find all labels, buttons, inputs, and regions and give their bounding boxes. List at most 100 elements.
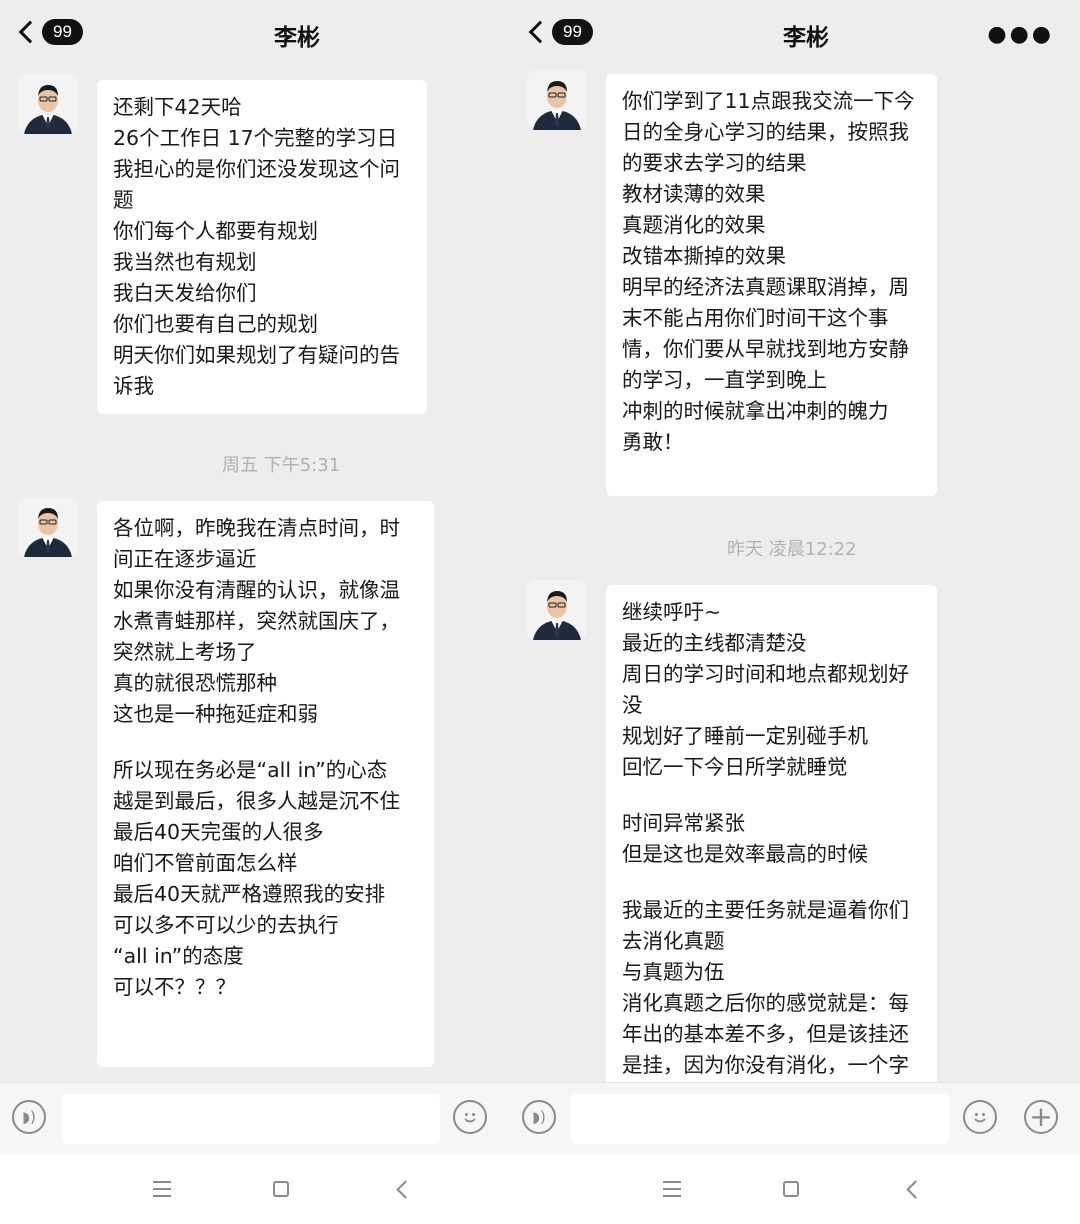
message-line: 情，你们要从早就找到地方安静: [622, 337, 909, 361]
message-line: 还剩下42天哈: [113, 95, 242, 119]
right-chat-screen: 99 李彬 ●●● 你们学到了11点跟我交流一下今 日的全身心学习的结果，按照我…: [510, 0, 1080, 1224]
message-bubble[interactable]: 各位啊，昨晚我在清点时间，时 间正在逐步逼近 如果你没有清醒的认识，就像温 水煮…: [97, 501, 434, 1067]
home-icon[interactable]: [783, 1181, 799, 1197]
message-line: 最后40天就严格遵照我的安排: [113, 882, 386, 906]
message-line: “all in”的态度: [113, 944, 244, 968]
system-nav-bar: [510, 1155, 1080, 1224]
message-line: 我最近的主要任务就是逼着你们: [622, 898, 909, 922]
message-list[interactable]: 还剩下42天哈 26个工作日 17个完整的学习日 我担心的是你们还没发现这个问 …: [0, 64, 510, 1082]
message-line: 的要求去学习的结果: [622, 151, 807, 175]
voice-icon: ◗): [532, 1108, 546, 1126]
message-timestamp: 昨天 凌晨12:22: [727, 539, 857, 560]
message-line: 日的全身心学习的结果，按照我: [622, 120, 909, 144]
message-line: 所以现在务必是“all in”的心态: [113, 758, 388, 782]
message-line: 明早的经济法真题课取消掉，周: [622, 275, 909, 299]
chevron-left-icon: [18, 20, 42, 44]
message-line: 冲刺的时候就拿出冲刺的魄力: [622, 399, 889, 423]
home-icon[interactable]: [273, 1181, 289, 1197]
message-line: 你们也要有自己的规划: [113, 312, 318, 336]
message-line: 但是这也是效率最高的时候: [622, 842, 868, 866]
message-line: 间正在逐步逼近: [113, 547, 257, 571]
message-bubble[interactable]: 你们学到了11点跟我交流一下今 日的全身心学习的结果，按照我 的要求去学习的结果…: [606, 74, 937, 496]
message-line: 最后40天完蛋的人很多: [113, 820, 324, 844]
voice-button[interactable]: ◗): [522, 1100, 556, 1134]
avatar[interactable]: [18, 497, 78, 557]
message-line: 教材读薄的效果: [622, 182, 766, 206]
chat-header: 99 李彬: [0, 0, 510, 64]
chevron-left-icon: [528, 20, 552, 44]
message-line: 突然就上考场了: [113, 640, 257, 664]
back-button[interactable]: 99: [526, 14, 593, 50]
message-input[interactable]: [62, 1094, 440, 1144]
message-bubble[interactable]: 继续呼吁~ 最近的主线都清楚没 周日的学习时间和地点都规划好 没 规划好了睡前一…: [606, 585, 937, 1082]
message-line: 你们每个人都要有规划: [113, 219, 318, 243]
message-line: 可以多不可以少的去执行: [113, 913, 339, 937]
message-line: 越是到最后，很多人越是沉不住: [113, 789, 400, 813]
person-icon: [527, 580, 587, 640]
back-nav-icon[interactable]: [396, 1180, 415, 1199]
message-line: 真的就很恐慌那种: [113, 671, 277, 695]
message-line: 周日的学习时间和地点都规划好: [622, 662, 909, 686]
message-line: 你们学到了11点跟我交流一下今: [622, 89, 915, 113]
message-line: 勇敢！: [622, 430, 684, 454]
chat-header: 99 李彬 ●●●: [510, 0, 1080, 64]
unread-badge: 99: [552, 19, 593, 45]
message-line: 我担心的是你们还没发现这个问: [113, 157, 400, 181]
emoji-icon: [974, 1113, 986, 1123]
message-line: 改错本撕掉的效果: [622, 244, 786, 268]
person-icon: [18, 497, 78, 557]
left-chat-screen: 99 李彬 还剩下42天哈 26个工作日 17个完整的学习日 我担心的是你们还没…: [0, 0, 510, 1224]
emoji-button[interactable]: [963, 1100, 997, 1134]
menu-icon[interactable]: [663, 1181, 681, 1197]
person-icon: [527, 70, 587, 130]
message-line: 去消化真题: [622, 929, 725, 953]
more-options-icon[interactable]: ●●●: [987, 22, 1054, 47]
message-line: 26个工作日 17个完整的学习日: [113, 126, 398, 150]
message-line: 可以不？？？: [113, 975, 236, 999]
input-bar: ◗): [0, 1082, 510, 1155]
message-line: 明天你们如果规划了有疑问的告: [113, 343, 400, 367]
voice-button[interactable]: ◗): [12, 1100, 46, 1134]
avatar[interactable]: [18, 74, 78, 134]
add-button[interactable]: +: [1024, 1100, 1058, 1134]
message-line: 末不能占用你们时间干这个事: [622, 306, 889, 330]
back-button[interactable]: 99: [16, 14, 83, 50]
message-line: 时间异常紧张: [622, 811, 745, 835]
message-line: 我白天发给你们: [113, 281, 257, 305]
message-line: 最近的主线都清楚没: [622, 631, 807, 655]
message-line: 回忆一下今日所学就睡觉: [622, 755, 848, 779]
message-line: 规划好了睡前一定别碰手机: [622, 724, 868, 748]
system-nav-bar: [0, 1155, 510, 1224]
message-line: 水煮青蛙那样，突然就国庆了，: [113, 609, 400, 633]
message-line: 年出的基本差不多，但是该挂还: [622, 1022, 909, 1046]
chat-title: 李彬: [783, 25, 829, 51]
avatar[interactable]: [527, 70, 587, 130]
message-list[interactable]: 你们学到了11点跟我交流一下今 日的全身心学习的结果，按照我 的要求去学习的结果…: [510, 64, 1080, 1082]
person-icon: [18, 74, 78, 134]
message-line: 继续呼吁~: [622, 600, 722, 624]
message-line: 是挂，因为你没有消化，一个字: [622, 1053, 909, 1077]
message-line: 与真题为伍: [622, 960, 725, 984]
emoji-icon: [464, 1113, 476, 1123]
message-line: 咱们不管前面怎么样: [113, 851, 298, 875]
voice-icon: ◗): [22, 1108, 36, 1126]
unread-badge: 99: [42, 19, 83, 45]
message-line: 这也是一种拖延症和弱: [113, 702, 318, 726]
message-line: 题: [113, 188, 134, 212]
emoji-button[interactable]: [453, 1100, 487, 1134]
menu-icon[interactable]: [153, 1181, 171, 1197]
message-line: 真题消化的效果: [622, 213, 766, 237]
back-nav-icon[interactable]: [906, 1180, 925, 1199]
input-bar: ◗) +: [510, 1082, 1080, 1155]
message-line: 的学习，一直学到晚上: [622, 368, 827, 392]
message-input[interactable]: [571, 1094, 949, 1144]
plus-icon: +: [1029, 1100, 1053, 1133]
avatar[interactable]: [527, 580, 587, 640]
message-timestamp: 周五 下午5:31: [222, 455, 341, 476]
message-line: 没: [622, 693, 643, 717]
message-bubble[interactable]: 还剩下42天哈 26个工作日 17个完整的学习日 我担心的是你们还没发现这个问 …: [97, 80, 427, 414]
message-line: 诉我: [113, 374, 154, 398]
